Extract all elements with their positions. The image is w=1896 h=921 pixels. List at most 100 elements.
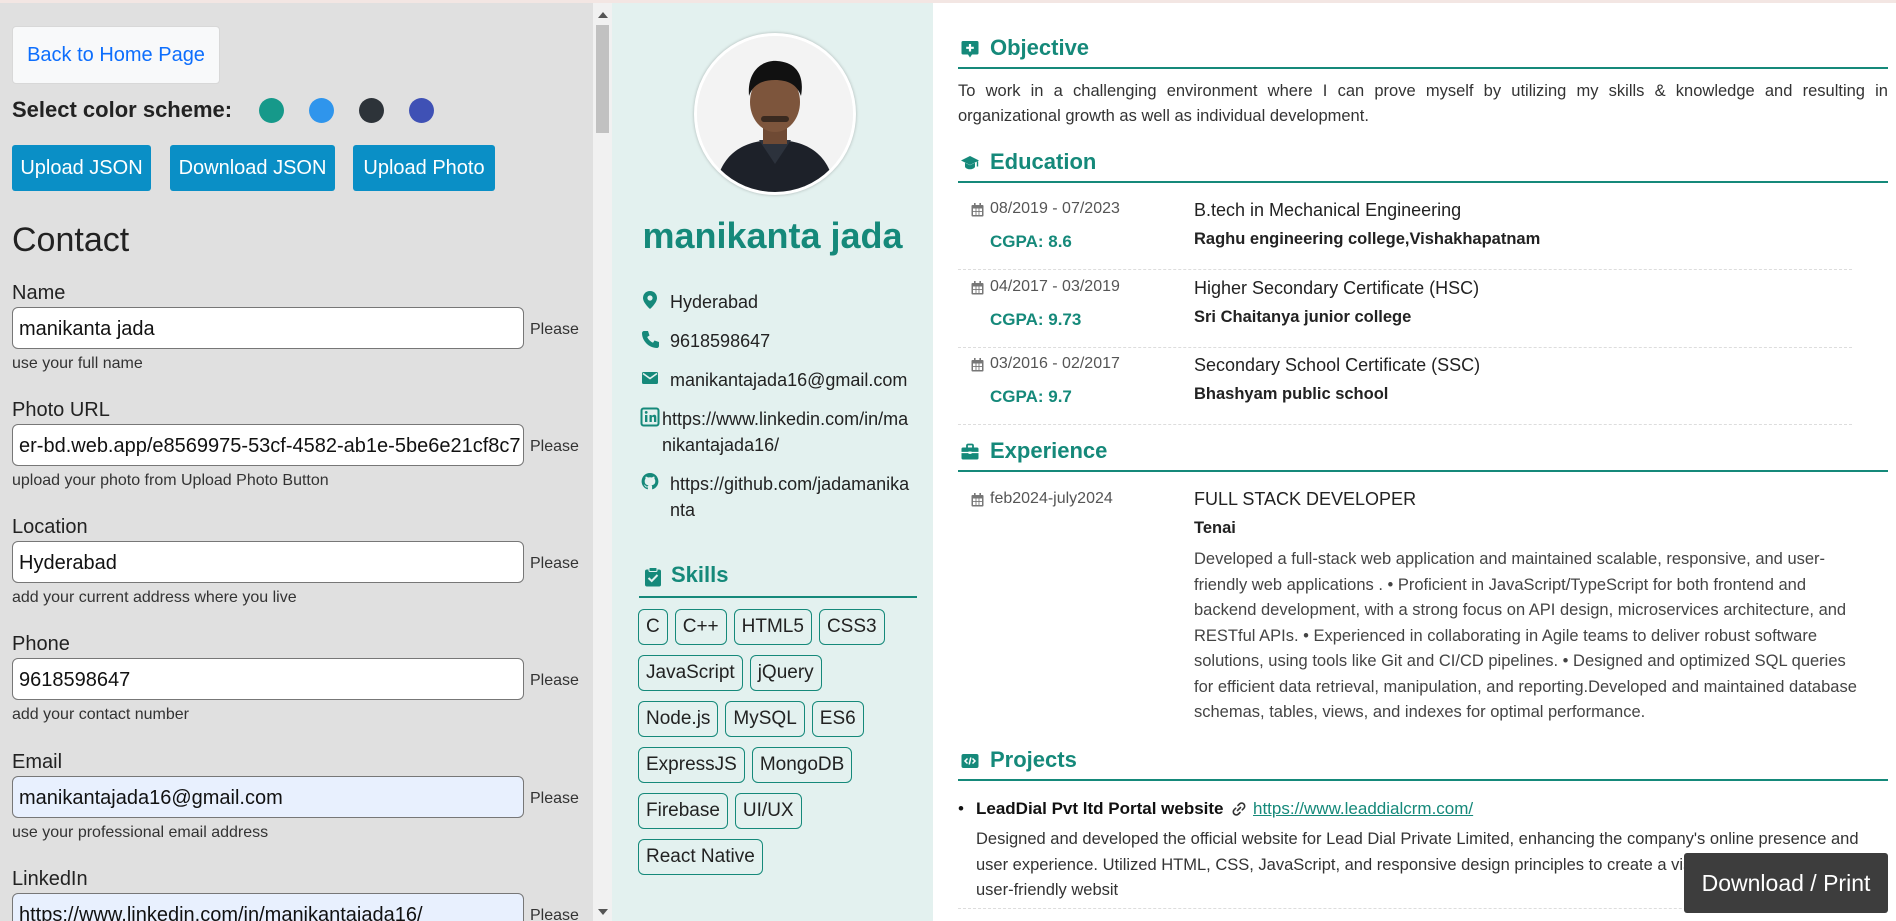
- skill-chip: C: [638, 609, 668, 645]
- resume-name: manikanta jada: [642, 215, 903, 256]
- projects-title: Projects: [990, 747, 1077, 772]
- education-cgpa: CGPA: 8.6: [990, 232, 1072, 251]
- location-pin-icon: [643, 291, 657, 309]
- contact-section-title: Contact: [12, 221, 130, 259]
- help-prefix: Please: [530, 790, 579, 807]
- experience-title: Experience: [990, 438, 1108, 463]
- skill-chip: ES6: [811, 701, 864, 737]
- skills-title: Skills: [671, 562, 729, 587]
- experience-company: Tenai: [1194, 519, 1236, 537]
- email-label: Email: [12, 751, 63, 773]
- photo-url-help: upload your photo from Upload Photo Butt…: [12, 472, 329, 489]
- code-icon: [961, 754, 979, 768]
- skill-chip: Node.js: [638, 701, 719, 737]
- resume-linkedin-line-2[interactable]: nikantajada16/: [662, 435, 779, 455]
- name-help: use your full name: [12, 355, 143, 372]
- education-date: 04/2017 - 03/2019: [990, 278, 1120, 295]
- education-school: Raghu engineering college,Vishakhapatnam: [1194, 230, 1541, 248]
- education-cgpa: CGPA: 9.7: [990, 387, 1072, 406]
- phone-input[interactable]: 9618598647: [12, 658, 524, 700]
- scroll-thumb[interactable]: [596, 25, 609, 133]
- education-item: 08/2019 - 07/2023 CGPA: 8.6 B.tech in Me…: [958, 193, 1852, 270]
- skill-chip: UI/UX: [734, 793, 802, 829]
- skill-chip: MySQL: [725, 701, 805, 737]
- skills-row: ExpressJS MongoDB: [638, 747, 918, 793]
- experience-description: Developed a full-stack web application a…: [1194, 550, 1857, 721]
- experience-heading: Experience: [958, 436, 1888, 472]
- github-icon: [641, 473, 659, 490]
- upload-json-button[interactable]: Upload JSON: [12, 145, 151, 191]
- phone-label: Phone: [12, 633, 70, 655]
- email-input[interactable]: manikantajada16@gmail.com: [12, 776, 524, 818]
- calendar-icon: [971, 281, 984, 295]
- skills-list: C C++ HTML5 CSS3 JavaScript jQuery Node.js MySQ…: [638, 609, 918, 885]
- help-prefix: Please: [530, 555, 579, 572]
- color-swatch-teal[interactable]: [259, 98, 284, 123]
- resume-main: Objective To work in a challenging envir…: [933, 3, 1896, 921]
- education-title: Education: [990, 149, 1097, 174]
- skill-chip: ExpressJS: [638, 747, 745, 783]
- help-prefix: Please: [530, 321, 579, 338]
- help-prefix: Please: [530, 438, 579, 455]
- education-item: 04/2017 - 03/2019 CGPA: 9.73 Higher Seco…: [958, 271, 1852, 348]
- skills-heading: Skills: [639, 560, 917, 598]
- color-swatch-dark[interactable]: [359, 98, 384, 123]
- scroll-up-arrow-icon[interactable]: [598, 12, 608, 18]
- education-cgpa: CGPA: 9.73: [990, 310, 1082, 329]
- resume-linkedin-line-1[interactable]: https://www.linkedin.com/in/ma: [662, 409, 908, 429]
- education-item: 03/2016 - 02/2017 CGPA: 9.7 Secondary Sc…: [958, 348, 1852, 425]
- education-date: 03/2016 - 02/2017: [990, 355, 1120, 372]
- objective-title: Objective: [990, 35, 1090, 60]
- clipboard-check-icon: [645, 567, 661, 587]
- linkedin-icon: [640, 407, 660, 427]
- resume-github-line-2[interactable]: nta: [670, 500, 695, 520]
- education-school: Bhashyam public school: [1194, 385, 1389, 403]
- name-label: Name: [12, 282, 66, 304]
- phone-help: add your contact number: [12, 706, 189, 723]
- project-link[interactable]: https://www.leaddialcrm.com/: [1253, 799, 1473, 819]
- skills-row: Node.js MySQL ES6: [638, 701, 918, 747]
- experience-role: FULL STACK DEVELOPER: [1194, 489, 1417, 509]
- skill-chip: C++: [674, 609, 727, 645]
- skills-row: React Native: [638, 839, 918, 885]
- name-input[interactable]: manikanta jada: [12, 307, 524, 349]
- linkedin-label: LinkedIn: [12, 868, 88, 890]
- download-json-button[interactable]: Download JSON: [170, 145, 335, 191]
- color-scheme-selector: Select color scheme:: [12, 93, 572, 127]
- back-to-home-button[interactable]: Back to Home Page: [12, 26, 220, 84]
- editor-panel: Back to Home Page Select color scheme: U…: [0, 3, 593, 921]
- objective-text: To work in a challenging environment whe…: [958, 82, 1888, 125]
- name-field-group: Name manikanta jada Please use your full…: [12, 279, 587, 375]
- phone-icon: [642, 331, 659, 348]
- briefcase-icon: [961, 443, 979, 460]
- linkedin-input[interactable]: https://www.linkedin.com/in/manikantajad…: [12, 893, 524, 921]
- skills-row: JavaScript jQuery: [638, 655, 918, 701]
- location-label: Location: [12, 516, 88, 538]
- skills-row: Firebase UI/UX: [638, 793, 918, 839]
- location-input[interactable]: Hyderabad: [12, 541, 524, 583]
- scroll-down-arrow-icon[interactable]: [598, 909, 608, 915]
- calendar-icon: [971, 203, 984, 217]
- color-scheme-label: Select color scheme:: [12, 97, 233, 122]
- location-field-group: Location Hyderabad Please add your curre…: [12, 513, 587, 609]
- calendar-icon: [971, 493, 984, 507]
- education-degree: Secondary School Certificate (SSC): [1194, 355, 1481, 375]
- objective-heading: Objective: [958, 33, 1888, 69]
- calendar-icon: [971, 358, 984, 372]
- download-print-button[interactable]: Download / Print: [1684, 853, 1888, 913]
- education-school: Sri Chaitanya junior college: [1194, 308, 1412, 326]
- skill-chip: MongoDB: [751, 747, 853, 783]
- color-swatch-blue[interactable]: [309, 98, 334, 123]
- project-title: LeadDial Pvt ltd Portal website: [976, 799, 1224, 818]
- photo-url-input[interactable]: er-bd.web.app/e8569975-53cf-4582-ab1e-5b…: [12, 424, 524, 466]
- editor-scrollbar[interactable]: [593, 3, 612, 921]
- resume-location-text: Hyderabad: [670, 292, 759, 312]
- resume-github-line-1[interactable]: https://github.com/jadamanika: [670, 474, 909, 494]
- skills-row: C C++ HTML5 CSS3: [638, 609, 918, 655]
- upload-photo-button[interactable]: Upload Photo: [353, 145, 495, 191]
- skill-chip: Firebase: [638, 793, 728, 829]
- color-swatch-indigo[interactable]: [409, 98, 434, 123]
- help-prefix: Please: [530, 672, 579, 689]
- linkedin-field-group: LinkedIn https://www.linkedin.com/in/man…: [12, 865, 587, 921]
- email-field-group: Email manikantajada16@gmail.com Please u…: [12, 748, 587, 844]
